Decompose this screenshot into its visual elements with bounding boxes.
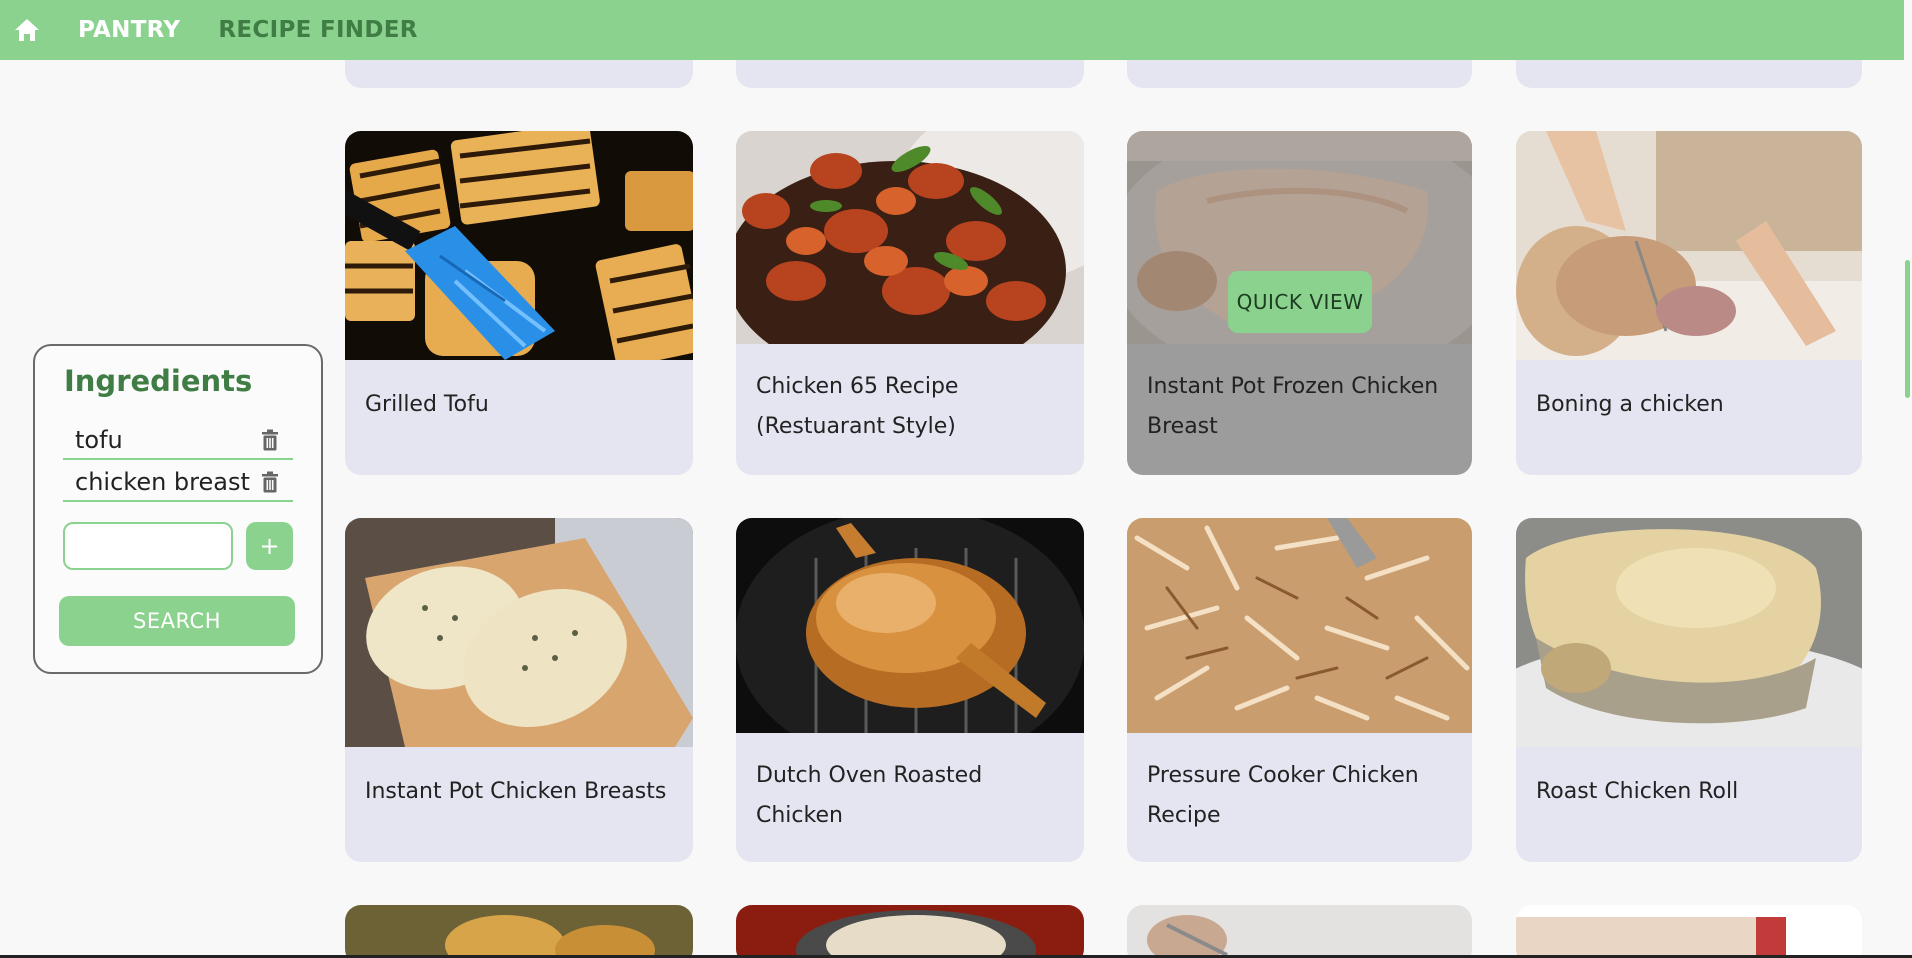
recipe-card-partial[interactable]	[1127, 905, 1472, 958]
recipe-title: Instant Pot Chicken Breasts	[365, 779, 667, 804]
ingredient-item: chicken breast	[63, 464, 293, 502]
recipe-image	[1127, 518, 1472, 733]
nav-pantry-link[interactable]: PANTRY	[78, 17, 180, 43]
recipe-card[interactable]: Chicken 65 Recipe (Restuarant Style)	[736, 131, 1084, 475]
home-icon[interactable]	[12, 15, 42, 45]
recipe-card[interactable]: QUICK VIEW Instant Pot Frozen Chicken Br…	[1127, 131, 1472, 475]
ingredient-label: chicken breast	[75, 468, 250, 496]
recipe-card[interactable]: Instant Pot Chicken Breasts	[345, 518, 693, 862]
recipe-card[interactable]: Boning a chicken	[1516, 131, 1862, 475]
ingredient-label: tofu	[75, 426, 123, 454]
trash-icon[interactable]	[259, 470, 281, 494]
recipe-image	[345, 131, 693, 360]
recipe-card[interactable]: Pressure Cooker Chicken Recipe	[1127, 518, 1472, 862]
recipe-title: Instant Pot Frozen Chicken Breast	[1147, 374, 1439, 439]
recipe-card-partial[interactable]	[345, 905, 693, 958]
recipe-title: Pressure Cooker Chicken Recipe	[1147, 763, 1419, 828]
ingredient-input[interactable]	[63, 522, 233, 570]
recipe-image	[736, 518, 1084, 733]
recipe-card[interactable]: Roast Chicken Roll	[1516, 518, 1862, 862]
recipe-image	[1516, 518, 1862, 747]
scrollbar-thumb[interactable]	[1905, 260, 1910, 398]
recipe-image	[1516, 131, 1862, 360]
trash-icon[interactable]	[259, 428, 281, 452]
scrollbar-track[interactable]	[1904, 0, 1912, 958]
recipe-title: Boning a chicken	[1536, 392, 1724, 417]
recipe-card-partial[interactable]	[1516, 905, 1862, 958]
quick-view-button[interactable]: QUICK VIEW	[1228, 271, 1372, 333]
recipe-image	[345, 518, 693, 747]
add-ingredient-button[interactable]: +	[246, 522, 293, 570]
recipe-image	[1516, 905, 1862, 958]
recipe-image	[736, 131, 1084, 344]
recipe-title: Chicken 65 Recipe (Restuarant Style)	[756, 374, 959, 439]
recipe-image	[736, 905, 1084, 958]
ingredients-title: Ingredients	[64, 364, 253, 398]
recipe-title: Roast Chicken Roll	[1536, 779, 1739, 804]
recipe-card[interactable]: Dutch Oven Roasted Chicken	[736, 518, 1084, 862]
recipe-image	[345, 905, 693, 958]
recipe-title: Dutch Oven Roasted Chicken	[756, 763, 983, 828]
recipe-card[interactable]: Grilled Tofu	[345, 131, 693, 475]
nav-recipe-finder-link[interactable]: RECIPE FINDER	[218, 17, 417, 43]
search-button[interactable]: SEARCH	[59, 596, 295, 646]
recipe-title: Grilled Tofu	[365, 392, 489, 417]
recipe-image	[1127, 905, 1472, 958]
top-navbar: PANTRY RECIPE FINDER	[0, 0, 1904, 60]
ingredient-item: tofu	[63, 422, 293, 460]
recipe-card-partial[interactable]	[736, 905, 1084, 958]
ingredients-panel: Ingredients tofu chicken breast + SEARCH	[33, 344, 323, 674]
